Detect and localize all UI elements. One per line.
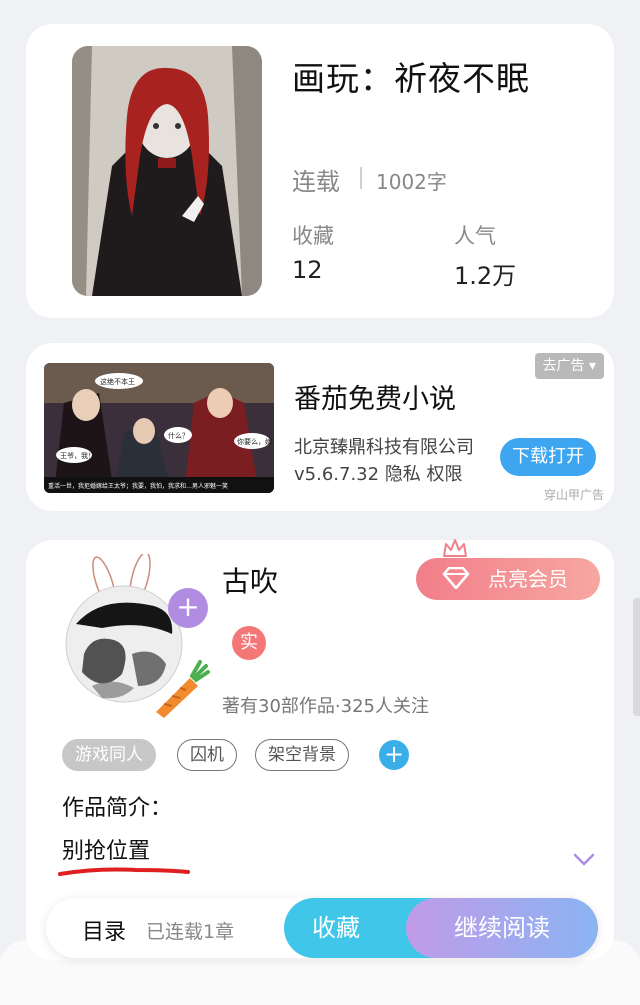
crown-icon — [443, 539, 467, 557]
bubble-2: 王爷，我！ — [60, 451, 95, 460]
ad-privacy-link[interactable]: 隐私 — [385, 464, 421, 485]
tag-item[interactable]: 游戏同人 — [62, 739, 156, 771]
popularity-label: 人气 — [454, 224, 496, 248]
book-info-card: 画玩：祈夜不眠 连载 1002字 收藏 12 人气 1.2万 — [26, 24, 614, 318]
continue-reading-button[interactable]: 继续阅读 — [406, 898, 598, 958]
avatar[interactable]: + — [62, 551, 210, 718]
tag-item[interactable]: 架空背景 — [255, 739, 349, 771]
bubble-1: 这绝不本王 — [100, 377, 135, 386]
ad-company: 北京臻鼎科技有限公司 — [294, 437, 474, 458]
divider — [360, 167, 362, 189]
remove-ad-button[interactable]: 去广告 ▾ — [534, 353, 604, 379]
diamond-icon — [442, 567, 470, 589]
ad-version: v5.6.7.32 — [294, 464, 380, 485]
chevron-down-icon[interactable] — [573, 853, 595, 867]
author-name[interactable]: 古吹 — [222, 560, 278, 600]
word-count: 1002字 — [376, 170, 447, 194]
remove-ad-label: 去广告 — [542, 358, 585, 374]
add-tag-button[interactable]: + — [379, 740, 409, 770]
carrot-icon — [156, 660, 210, 718]
author-stats: 著有30部作品·325人关注 — [222, 696, 429, 717]
bubble-4: 你要么，嫁！ — [237, 437, 274, 446]
ad-meta: v5.6.7.32 隐私 权限 — [294, 460, 463, 486]
download-open-button[interactable]: 下载打开 — [500, 438, 596, 476]
ad-permissions-link[interactable]: 权限 — [427, 464, 463, 485]
scrollbar[interactable] — [633, 598, 640, 716]
tag-item[interactable]: 囚机 — [177, 739, 237, 771]
chevron-down-icon: ▾ — [588, 358, 596, 374]
favorites-label: 收藏 — [292, 224, 334, 248]
red-underline-mark — [58, 867, 190, 876]
ad-banner-image[interactable]: 重活一世，我拒婚嫁给王太爷；我要，我怕，我求和…男人邪魅一笑 这绝不本王 王爷，… — [44, 363, 274, 493]
popularity-value: 1.2万 — [454, 262, 517, 290]
serial-status: 连载 — [292, 168, 340, 196]
table-of-contents-button[interactable]: 目录 — [82, 914, 126, 946]
chapter-count: 已连载1章 — [146, 921, 235, 943]
banner-caption: 重活一世，我拒婚嫁给王太爷；我要，我怕，我求和…男人邪魅一笑 — [48, 482, 228, 490]
vip-label: 点亮会员 — [488, 567, 568, 591]
avatar-add-button[interactable]: + — [168, 588, 208, 628]
verified-badge: 实 — [232, 626, 266, 660]
intro-label: 作品简介： — [62, 796, 173, 821]
intro-text: 别抢位置 — [62, 839, 151, 864]
author-card: + 古吹 实 著有30部作品·325人关注 点亮会员 游戏同人 囚机 架空背景 … — [26, 539, 614, 960]
ad-card[interactable]: 重活一世，我拒婚嫁给王太爷；我要，我怕，我求和…男人邪魅一笑 这绝不本王 王爷，… — [26, 343, 614, 511]
bubble-3: 什么？ — [168, 431, 189, 440]
book-title: 画玩：祈夜不眠 — [292, 59, 530, 98]
ad-source-label: 穿山甲广告 — [543, 488, 604, 502]
book-cover-image[interactable] — [72, 46, 262, 296]
bottom-action-bar: 目录 已连载1章 收藏 继续阅读 — [46, 898, 598, 958]
ad-app-title[interactable]: 番茄免费小说 — [294, 377, 456, 416]
favorites-value: 12 — [292, 256, 323, 284]
